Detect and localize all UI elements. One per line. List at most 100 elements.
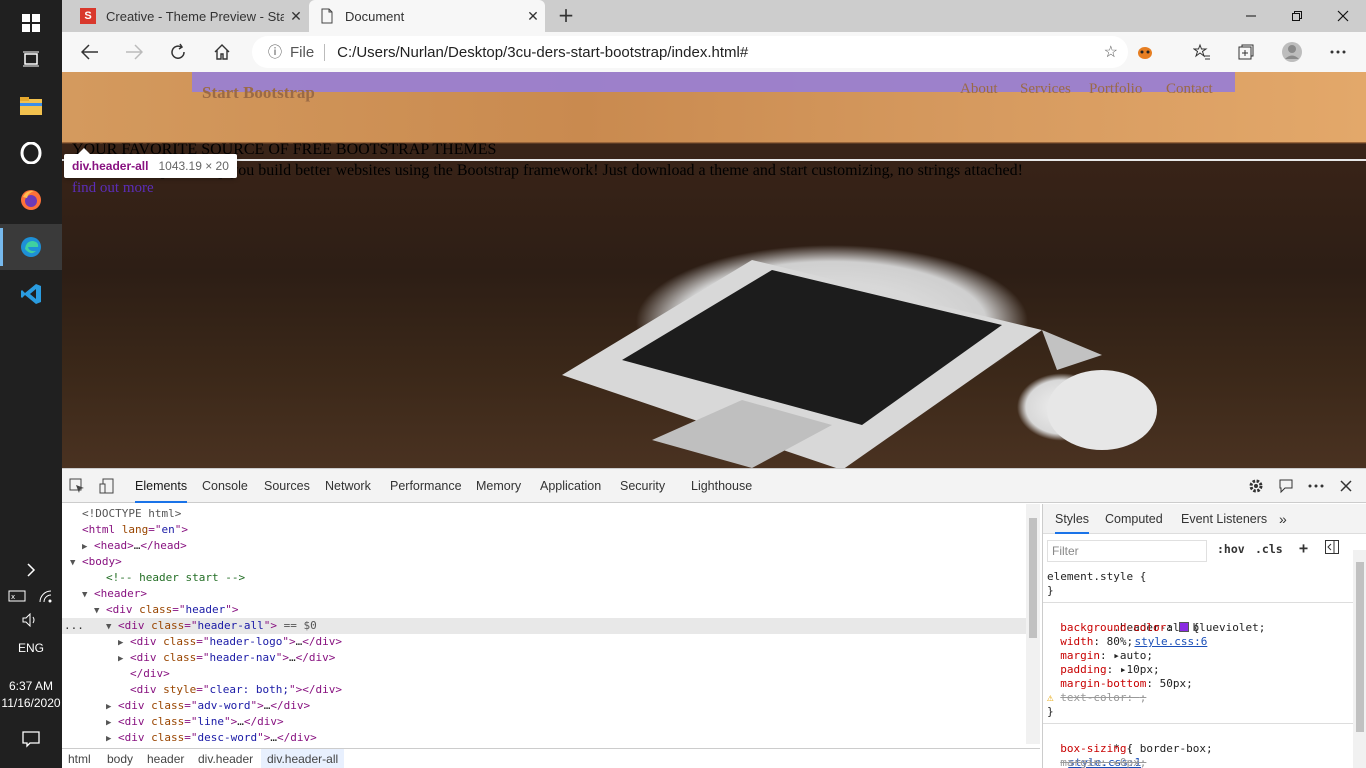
crumb-html[interactable]: html	[62, 749, 97, 768]
scrollbar-thumb[interactable]	[1356, 562, 1364, 732]
prop-text-color-invalid[interactable]: ⚠ text-color: ;	[1047, 691, 1146, 705]
tab-security[interactable]: Security	[620, 469, 665, 503]
dom-scrollbar[interactable]	[1026, 504, 1040, 744]
crumb-div-header[interactable]: div.header	[192, 749, 259, 768]
crumb-div-header-all[interactable]: div.header-all	[261, 749, 345, 768]
task-view-button[interactable]	[0, 36, 62, 82]
dom-node-line[interactable]: ... ▼ <div class="header-all"> == $0	[62, 618, 1026, 634]
prop-box-sizing[interactable]: box-sizing: border-box;	[1047, 742, 1212, 756]
element-style-rule[interactable]: element.style {	[1047, 570, 1146, 584]
new-tab-button[interactable]: +	[554, 4, 578, 28]
nav-link-portfolio[interactable]: Portfolio	[1089, 81, 1142, 98]
dom-node-line[interactable]: ▶ <div class="header-nav">…</div>	[62, 650, 1026, 666]
feedback-icon[interactable]	[1275, 476, 1297, 496]
tab-close-icon[interactable]: ✕	[284, 8, 308, 25]
settings-gear-icon[interactable]	[1245, 476, 1267, 496]
universal-rule[interactable]: * { style.css:1	[1047, 728, 1141, 768]
tab-lighthouse[interactable]: Lighthouse	[691, 469, 752, 503]
dom-node-line[interactable]: ▶ <div class="line">…</div>	[62, 714, 1026, 730]
minimize-button[interactable]	[1228, 0, 1274, 32]
expanded-triangle-icon[interactable]: ▼	[94, 603, 106, 619]
prop-padding[interactable]: padding: ▸10px;	[1047, 663, 1159, 677]
tab-sources[interactable]: Sources	[264, 469, 310, 503]
header-all-rule[interactable]: .header-all { style.css:6	[1047, 607, 1207, 648]
keyboard-icon[interactable]: x	[8, 589, 26, 603]
wifi-icon[interactable]	[38, 589, 54, 603]
dom-node-line[interactable]: <!-- header start -->	[62, 570, 1026, 586]
tab-console[interactable]: Console	[202, 469, 248, 503]
more-options-icon[interactable]	[1305, 476, 1327, 496]
collapsed-triangle-icon[interactable]: ▶	[106, 731, 118, 744]
tab-event-listeners[interactable]: Event Listeners	[1181, 504, 1267, 534]
expanded-triangle-icon[interactable]: ▼	[82, 587, 94, 603]
clock-time[interactable]: 6:37 AM	[0, 679, 62, 693]
color-swatch[interactable]	[1179, 622, 1190, 632]
url-bar[interactable]: ⓘ File C:/Users/Nurlan/Desktop/3cu-ders-…	[252, 36, 1128, 68]
more-tabs-chevron-icon[interactable]: »	[1279, 504, 1287, 534]
dom-node-line[interactable]: </div>	[62, 666, 1026, 682]
dom-node-line[interactable]: ▼ <div class="header">	[62, 602, 1026, 618]
tab-document[interactable]: Document ✕	[309, 0, 545, 32]
file-explorer-button[interactable]	[0, 83, 62, 129]
find-out-more-link[interactable]: find out more	[72, 180, 154, 197]
expanded-triangle-icon[interactable]: ▼	[106, 619, 118, 635]
dom-node-line[interactable]: ▶ <head>…</head>	[62, 538, 1026, 554]
collapsed-triangle-icon[interactable]: ▶	[106, 715, 118, 731]
cls-toggle[interactable]: .cls	[1255, 542, 1283, 556]
back-button[interactable]	[74, 38, 106, 66]
volume-button[interactable]	[0, 606, 62, 634]
opera-button[interactable]	[0, 130, 62, 176]
collapsed-triangle-icon[interactable]: ▶	[118, 635, 130, 651]
close-devtools-icon[interactable]	[1335, 476, 1357, 496]
device-toolbar-icon[interactable]	[96, 476, 118, 496]
hov-toggle[interactable]: :hov	[1217, 542, 1245, 556]
forward-button[interactable]	[118, 38, 150, 66]
prop-margin-overridden[interactable]: margin: ▸0px;	[1047, 756, 1146, 768]
prop-margin[interactable]: margin: ▸auto;	[1047, 649, 1153, 663]
new-rule-button[interactable]: +	[1299, 539, 1308, 557]
inspect-element-icon[interactable]	[66, 476, 88, 496]
toggle-sidebar-icon[interactable]	[1325, 540, 1339, 557]
dom-node-line[interactable]: ▶ <div class="adv-word">…</div>	[62, 698, 1026, 714]
extension-button[interactable]	[1131, 40, 1159, 64]
tab-elements[interactable]: Elements	[135, 469, 188, 503]
favorites-button[interactable]	[1188, 40, 1216, 64]
rule-source-link[interactable]: style.css:6	[1134, 635, 1207, 649]
close-window-button[interactable]	[1320, 0, 1366, 32]
node-actions-ellipsis[interactable]: ...	[64, 618, 84, 634]
dom-node-line[interactable]: <div style="clear: both;"></div>	[62, 682, 1026, 698]
tab-network[interactable]: Network	[325, 469, 371, 503]
styles-scrollbar[interactable]	[1353, 550, 1366, 768]
dom-node-line[interactable]: ▼ <header>	[62, 586, 1026, 602]
info-icon[interactable]: ⓘ	[260, 42, 290, 62]
dom-node-line[interactable]: ▶ <div class="header-logo">…</div>	[62, 634, 1026, 650]
tab-performance[interactable]: Performance	[390, 469, 462, 503]
favorite-star-icon[interactable]: ☆	[1104, 42, 1118, 62]
prop-background-color[interactable]: background-color: blueviolet;	[1047, 621, 1265, 635]
tab-computed[interactable]: Computed	[1105, 504, 1163, 534]
dom-node-line[interactable]: ▶ <div class="desc-word">…</div>	[62, 730, 1026, 744]
tab-creative[interactable]: S Creative - Theme Preview - Start ✕	[70, 0, 308, 32]
styles-filter-input[interactable]: Filter	[1047, 540, 1207, 562]
firefox-button[interactable]	[0, 177, 62, 223]
edge-button[interactable]	[0, 224, 62, 270]
clock-date[interactable]: 11/16/2020	[0, 696, 62, 710]
prop-width[interactable]: width: 80%;	[1047, 635, 1133, 649]
tab-application[interactable]: Application	[540, 469, 601, 503]
profile-button[interactable]	[1278, 40, 1306, 64]
crumb-body[interactable]: body	[101, 749, 139, 768]
restore-button[interactable]	[1274, 0, 1320, 32]
nav-link-contact[interactable]: Contact	[1166, 81, 1213, 98]
collapsed-triangle-icon[interactable]: ▶	[106, 699, 118, 715]
collapsed-triangle-icon[interactable]: ▶	[82, 539, 94, 555]
dom-tree[interactable]: <!DOCTYPE html> <html lang="en"> ▶ <head>…<…	[62, 504, 1026, 744]
dom-node-line[interactable]: <html lang="en">	[62, 522, 1026, 538]
crumb-header[interactable]: header	[141, 749, 190, 768]
nav-link-services[interactable]: Services	[1020, 81, 1071, 98]
url-text[interactable]: C:/Users/Nurlan/Desktop/3cu-ders-start-b…	[337, 44, 748, 61]
language-indicator[interactable]: ENG	[0, 641, 62, 655]
collections-button[interactable]	[1232, 40, 1260, 64]
refresh-button[interactable]	[162, 38, 194, 66]
vscode-button[interactable]	[0, 271, 62, 317]
prop-margin-bottom[interactable]: margin-bottom: 50px;	[1047, 677, 1192, 691]
